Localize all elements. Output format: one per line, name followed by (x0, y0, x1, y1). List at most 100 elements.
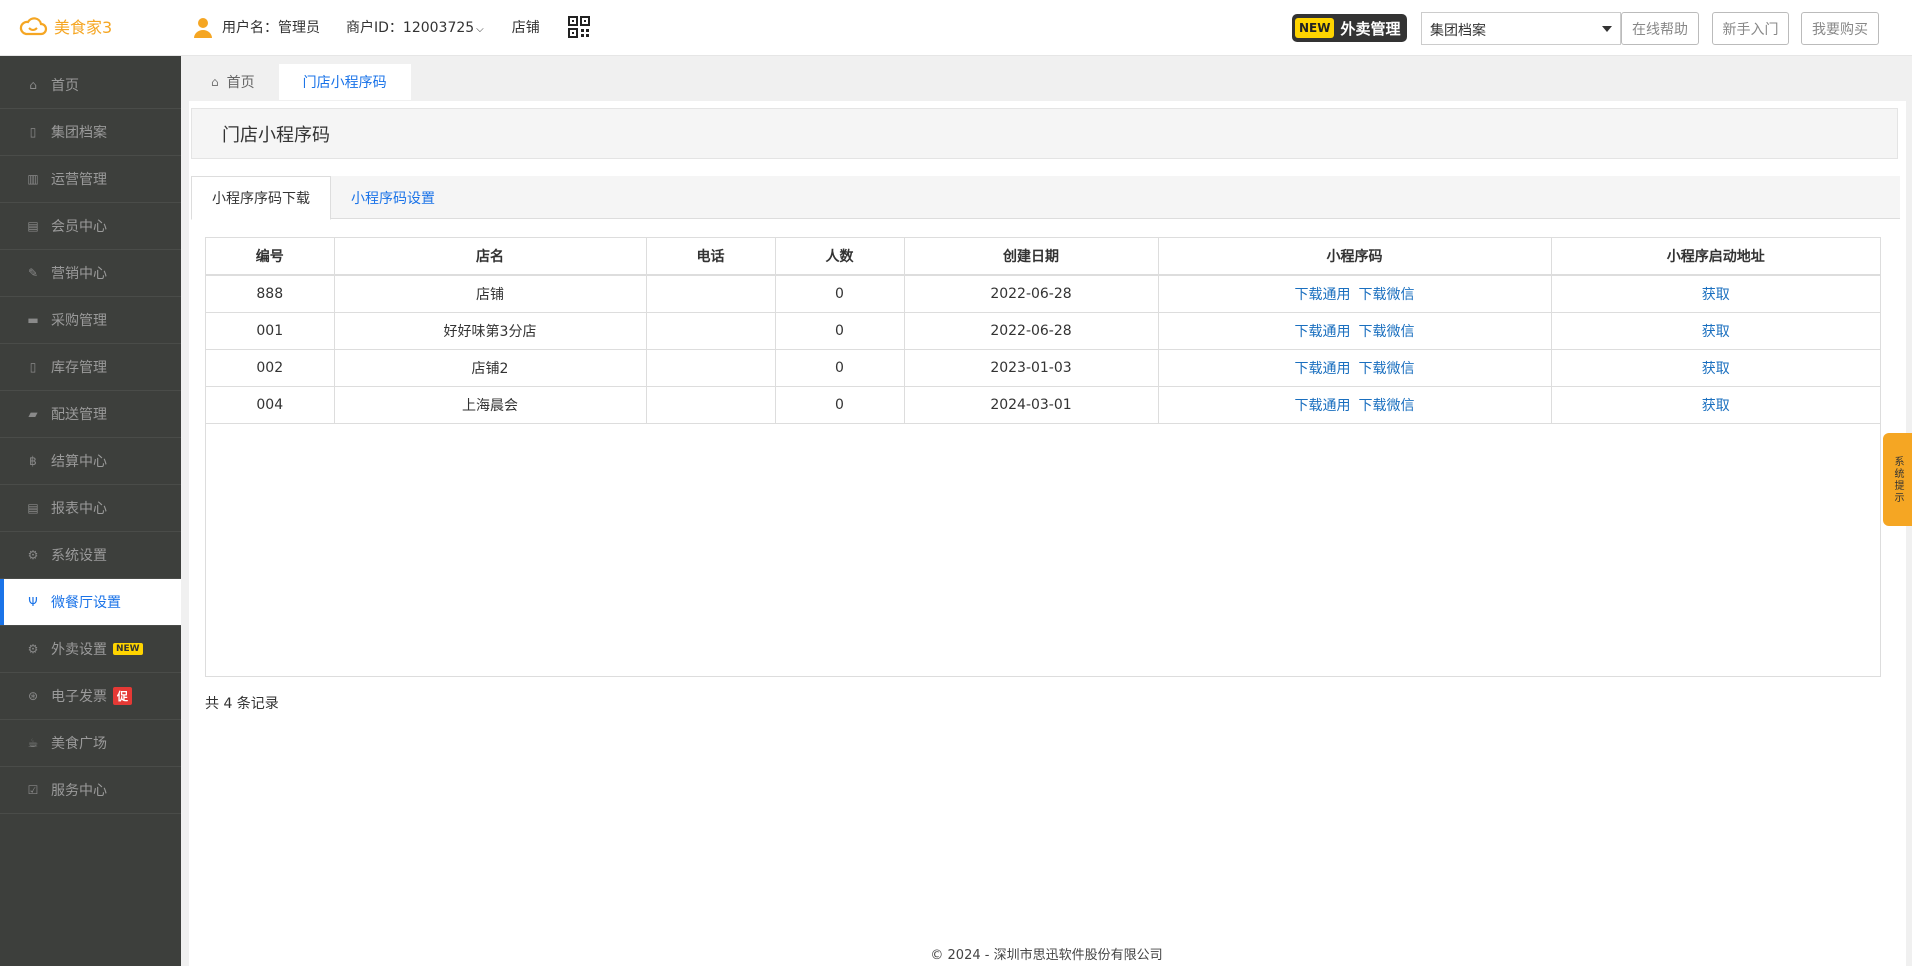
cell-code: 001 (206, 312, 335, 350)
sidebar-item-13[interactable]: ⊛ 电子发票促 (0, 673, 181, 720)
app-logo[interactable]: 美食家3 (18, 14, 112, 38)
app-logo-text: 美食家3 (54, 18, 113, 37)
breadcrumb-current[interactable]: 门店小程序码 (278, 64, 411, 100)
get-launch-url-link[interactable]: 获取 (1702, 398, 1730, 414)
new-tag: NEW (113, 643, 143, 655)
breadcrumb-home[interactable]: ⌂ 首页 (187, 64, 279, 100)
tab-download[interactable]: 小程序序码下载 (191, 176, 331, 220)
table-row: 004 上海晨会 0 2024-03-01 下载通用 下载微信 获取 (206, 386, 1880, 424)
store-label[interactable]: 店铺 (512, 17, 540, 37)
col-launch-url: 小程序启动地址 (1551, 238, 1880, 276)
home-icon: ⌂ (211, 75, 219, 89)
check-square-icon: ☑ (27, 783, 39, 797)
sidebar-item-8[interactable]: ฿ 结算中心 (0, 438, 181, 485)
archive-select[interactable]: 集团档案 (1421, 12, 1621, 45)
sidebar-item-2[interactable]: ▥ 运营管理 (0, 156, 181, 203)
sidebar-item-label: 服务中心 (51, 783, 107, 799)
ticket-icon: ⊛ (27, 689, 39, 703)
download-general-link[interactable]: 下载通用 (1295, 324, 1351, 340)
cell-phone (646, 349, 776, 387)
sidebar-item-label: 系统设置 (51, 548, 107, 564)
cell-code: 888 (206, 275, 335, 313)
download-wechat-link[interactable]: 下载微信 (1359, 287, 1415, 303)
tab-settings[interactable]: 小程序码设置 (331, 176, 455, 219)
download-general-link[interactable]: 下载通用 (1295, 361, 1351, 377)
cell-name: 好好味第3分店 (334, 312, 647, 350)
col-code: 编号 (206, 238, 335, 276)
col-name: 店名 (334, 238, 647, 276)
cell-launch-url: 获取 (1551, 312, 1880, 350)
sidebar-item-11[interactable]: Ψ 微餐厅设置 (0, 579, 181, 626)
id-card-icon: ▤ (27, 219, 39, 233)
qr-code-icon[interactable] (567, 16, 590, 38)
sidebar-item-3[interactable]: ▤ 会员中心 (0, 203, 181, 250)
cell-code: 002 (206, 349, 335, 387)
chart-icon: ▥ (27, 172, 39, 186)
get-launch-url-link[interactable]: 获取 (1702, 287, 1730, 303)
sidebar-item-0[interactable]: ⌂ 首页 (0, 62, 181, 109)
sidebar-item-label: 营销中心 (51, 266, 107, 282)
sidebar-item-9[interactable]: ▤ 报表中心 (0, 485, 181, 532)
sidebar-item-7[interactable]: ▰ 配送管理 (0, 391, 181, 438)
coffee-icon: ☕ (27, 736, 39, 750)
cell-launch-url: 获取 (1551, 349, 1880, 387)
sidebar-item-6[interactable]: ▯ 库存管理 (0, 344, 181, 391)
sidebar-item-14[interactable]: ☕ 美食广场 (0, 720, 181, 767)
main-content: ⌂ 首页 门店小程序码 门店小程序码 小程序序码下载 小程序码设置 编号 店名 … (181, 56, 1912, 966)
download-wechat-link[interactable]: 下载微信 (1359, 398, 1415, 414)
cell-phone (646, 312, 776, 350)
table-row: 888 店铺 0 2022-06-28 下载通用 下载微信 获取 (206, 275, 1880, 313)
cell-qrcode: 下载通用 下载微信 (1158, 386, 1552, 424)
sidebar-item-label: 外卖设置 (51, 642, 107, 658)
cell-date: 2023-01-03 (904, 349, 1159, 387)
username-label: 用户名：管理员 (222, 20, 320, 36)
sidebar-item-label: 集团档案 (51, 125, 107, 141)
cell-qrcode: 下载通用 下载微信 (1158, 349, 1552, 387)
sidebar-item-label: 报表中心 (51, 501, 107, 517)
cell-launch-url: 获取 (1551, 275, 1880, 313)
download-general-link[interactable]: 下载通用 (1295, 287, 1351, 303)
cell-code: 004 (206, 386, 335, 424)
sidebar-item-10[interactable]: ⚙ 系统设置 (0, 532, 181, 579)
waimai-management-button[interactable]: NEW 外卖管理 (1292, 14, 1407, 42)
download-wechat-link[interactable]: 下载微信 (1359, 361, 1415, 377)
online-help-button[interactable]: 在线帮助 (1621, 12, 1699, 45)
sidebar-item-label: 美食广场 (51, 736, 107, 752)
breadcrumb-home-label: 首页 (226, 75, 255, 91)
cell-name: 店铺2 (334, 349, 647, 387)
footer-copyright: © 2024 - 深圳市思迅软件股份有限公司 (930, 948, 1163, 963)
col-phone: 电话 (646, 238, 776, 276)
download-wechat-link[interactable]: 下载微信 (1359, 324, 1415, 340)
cell-count: 0 (775, 349, 905, 387)
archive-select-value: 集团档案 (1430, 23, 1486, 39)
sidebar-item-label: 运营管理 (51, 172, 107, 188)
sidebar-item-15[interactable]: ☑ 服务中心 (0, 767, 181, 814)
sidebar: ⌂ 首页 ▯ 集团档案 ▥ 运营管理 ▤ 会员中心 ✎ 营销中心 ▬ 采购管理 ▯ 库存管理 ▰ 配送管理 ฿ 结… (0, 56, 181, 966)
chevron-down-icon: ⌵ (476, 24, 484, 35)
sidebar-item-12[interactable]: ⚙ 外卖设置 NEW (0, 626, 181, 673)
cell-count: 0 (775, 275, 905, 313)
get-launch-url-link[interactable]: 获取 (1702, 324, 1730, 340)
sidebar-item-label: 首页 (51, 78, 79, 94)
sidebar-item-5[interactable]: ▬ 采购管理 (0, 297, 181, 344)
sidebar-item-4[interactable]: ✎ 营销中心 (0, 250, 181, 297)
merchant-id-dropdown[interactable]: 商户ID：12003725 ⌵ (346, 17, 484, 37)
tab-bar: 小程序序码下载 小程序码设置 (191, 176, 1900, 220)
get-launch-url-link[interactable]: 获取 (1702, 361, 1730, 377)
newbie-guide-button[interactable]: 新手入门 (1712, 12, 1789, 45)
gears-icon: ⚙ (27, 548, 39, 562)
book-icon: ▬ (27, 313, 39, 327)
cell-launch-url: 获取 (1551, 386, 1880, 424)
edit-icon: ✎ (27, 266, 39, 280)
sidebar-item-label: 配送管理 (51, 407, 107, 423)
system-tip-button[interactable]: 系统提示 (1883, 433, 1912, 526)
sidebar-item-label: 库存管理 (51, 360, 107, 376)
cloud-logo-icon (19, 17, 48, 36)
user-info: 用户名：管理员 商户ID：12003725 ⌵ 店铺 (192, 16, 590, 38)
buy-button[interactable]: 我要购买 (1801, 12, 1879, 45)
download-general-link[interactable]: 下载通用 (1295, 398, 1351, 414)
top-bar: 美食家3 用户名：管理员 商户ID：12003725 ⌵ 店铺 NEW 外卖管理 … (0, 0, 1912, 56)
waimai-label: 外卖管理 (1340, 19, 1401, 38)
col-date: 创建日期 (904, 238, 1159, 276)
sidebar-item-1[interactable]: ▯ 集团档案 (0, 109, 181, 156)
